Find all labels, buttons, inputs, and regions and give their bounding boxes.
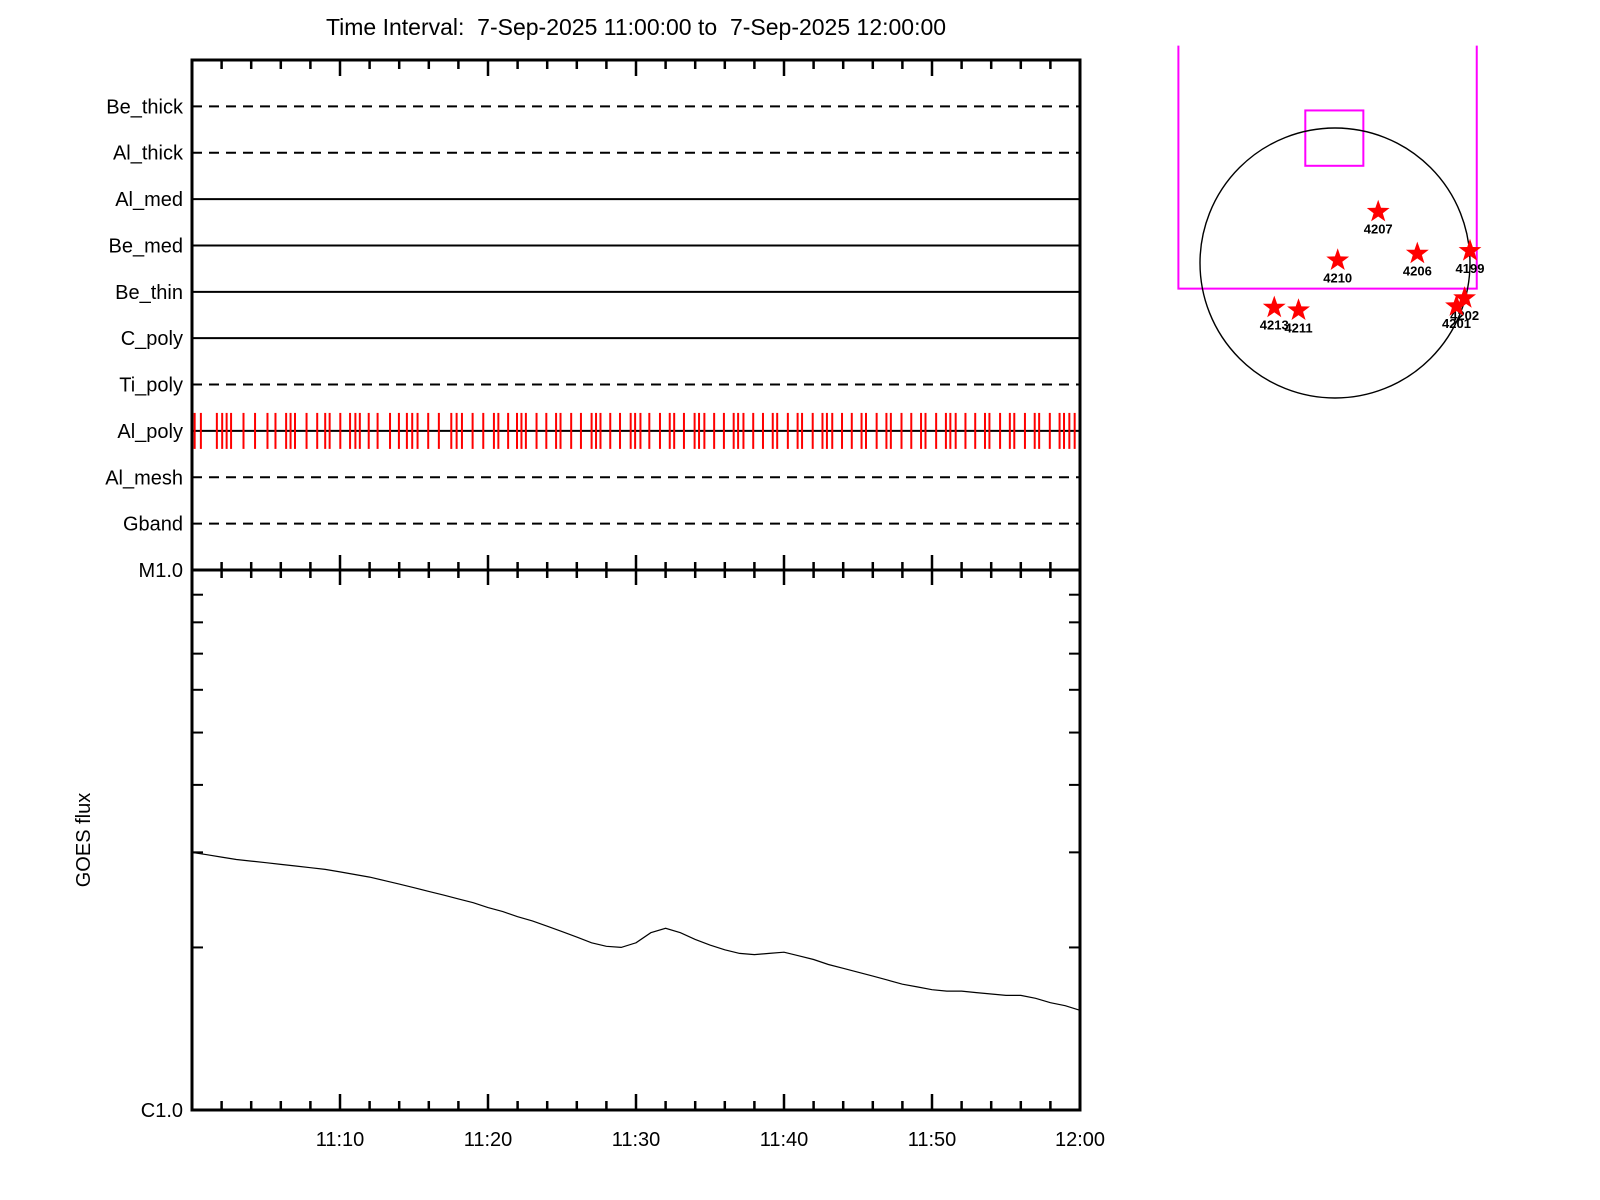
x-tick-label: 11:30: [612, 1129, 661, 1151]
active-region-label: 4211: [1284, 320, 1312, 335]
active-region-star: [1287, 298, 1310, 320]
active-region-star: [1326, 248, 1349, 270]
plot-canvas: Be_thick Al_thick Al_med Be_med Be_thin C_pol…: [0, 0, 1600, 1200]
active-region-star: [1263, 296, 1286, 318]
active-region-star: [1367, 200, 1390, 222]
filter-row-label: Be_thick: [106, 96, 184, 118]
x-tick-label: 11:10: [316, 1129, 365, 1151]
solar-disk-map: 42074210420641994202420142134211: [1178, 46, 1484, 398]
x-tick-label: 12:00: [1055, 1129, 1105, 1151]
filter-row-label: Al_med: [115, 189, 183, 211]
target-box: [1305, 110, 1363, 165]
active-region-label: 4199: [1456, 261, 1485, 276]
active-region-label: 4210: [1323, 270, 1352, 285]
goes-flux-panel: 11:10 11:20 11:30 11:40 11:50 12:00 M1.0 C1.0 GO…: [73, 560, 1105, 1151]
y-bottom-label: C1.0: [141, 1100, 183, 1122]
filter-row-label: Al_poly: [117, 421, 183, 443]
active-region-label: 4207: [1364, 222, 1393, 237]
x-tick-label: 11:40: [760, 1129, 809, 1151]
filter-row-label: C_poly: [121, 328, 183, 350]
filter-row-label: Al_mesh: [105, 467, 183, 489]
active-region-label: 4201: [1442, 316, 1471, 331]
fov-box: [1178, 46, 1476, 289]
goes-curve: [192, 852, 1080, 1010]
filter-row-label: Gband: [123, 514, 183, 536]
y-top-label: M1.0: [139, 560, 183, 582]
filter-row-label: Al_thick: [113, 143, 184, 165]
filter-panel-border: [192, 60, 1080, 570]
filter-timeline-panel: Be_thick Al_thick Al_med Be_med Be_thin C_pol…: [105, 60, 1080, 585]
filter-row-label: Ti_poly: [119, 375, 183, 397]
filter-row-label: Be_thin: [115, 282, 183, 304]
goes-panel-border: [192, 570, 1080, 1110]
active-region-label: 4206: [1403, 264, 1432, 279]
goes-ylabel: GOES flux: [73, 793, 95, 887]
filter-row-label: Be_med: [109, 235, 184, 257]
x-tick-label: 11:50: [908, 1129, 957, 1151]
solar-observation-summary: Time Interval: 7-Sep-2025 11:00:00 to 7-…: [0, 0, 1600, 1200]
active-region-star: [1406, 242, 1429, 264]
x-tick-label: 11:20: [464, 1129, 513, 1151]
